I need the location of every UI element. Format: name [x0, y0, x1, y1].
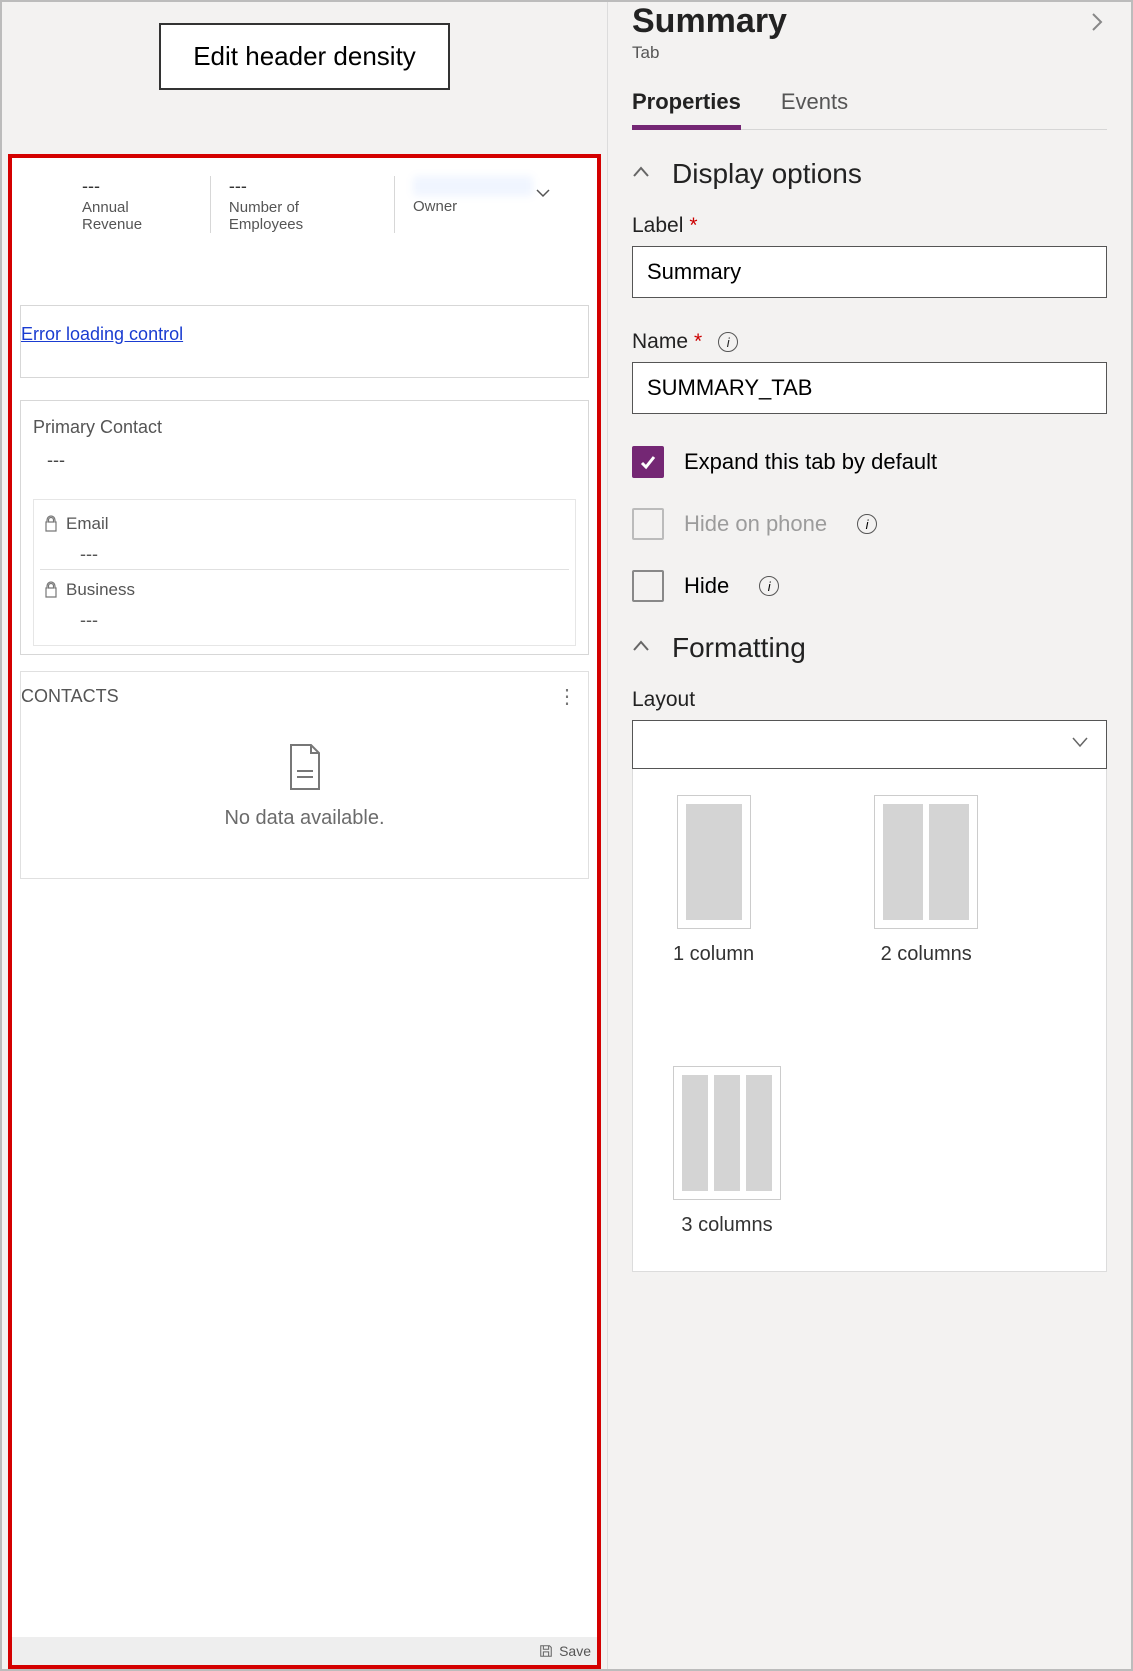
header-value: --- — [82, 176, 192, 197]
document-icon — [285, 743, 325, 791]
lock-icon — [44, 515, 58, 533]
field-label: Business — [66, 580, 135, 600]
expand-default-checkbox[interactable] — [632, 446, 664, 478]
layout-option-1-column[interactable]: 1 column — [673, 795, 754, 966]
save-icon — [539, 1644, 553, 1658]
expand-default-label: Expand this tab by default — [684, 449, 937, 475]
chevron-down-icon — [1070, 735, 1090, 754]
field-business[interactable]: Business --- — [40, 570, 569, 635]
tab-events[interactable]: Events — [781, 89, 848, 129]
layout-label: Layout — [632, 688, 1107, 712]
hide-label: Hide — [684, 573, 729, 599]
contacts-section: CONTACTS ⋮ No data available. — [20, 671, 589, 879]
field-email[interactable]: Email --- — [40, 504, 569, 570]
field-value: --- — [80, 610, 569, 631]
layout-options-dropdown: 1 column 2 columns 3 columns — [632, 769, 1107, 1272]
primary-contact-card: Primary Contact --- Email --- Business — [20, 400, 589, 655]
layout-select[interactable] — [632, 720, 1107, 769]
no-data-text: No data available. — [224, 807, 384, 830]
hide-on-phone-checkbox — [632, 508, 664, 540]
save-label[interactable]: Save — [559, 1643, 591, 1659]
field-label: Email — [66, 514, 109, 534]
preview-status-bar: Save — [12, 1637, 597, 1665]
chevron-right-icon[interactable] — [1087, 8, 1107, 43]
header-label: Annual Revenue — [82, 199, 192, 233]
layout-option-2-columns[interactable]: 2 columns — [874, 795, 978, 966]
info-icon[interactable]: i — [718, 332, 738, 352]
primary-contact-label: Primary Contact — [33, 417, 576, 438]
primary-contact-value[interactable]: --- — [47, 450, 576, 471]
label-input[interactable] — [632, 246, 1107, 298]
lock-icon — [44, 581, 58, 599]
header-field-num-employees[interactable]: --- Number of Employees — [211, 176, 395, 233]
layout-option-3-columns[interactable]: 3 columns — [673, 1066, 781, 1237]
collapse-display-options-icon[interactable] — [632, 165, 650, 184]
header-label: Number of Employees — [229, 199, 376, 233]
hide-on-phone-label: Hide on phone — [684, 511, 827, 537]
name-input[interactable] — [632, 362, 1107, 414]
layout-option-label: 3 columns — [681, 1214, 772, 1237]
hide-checkbox[interactable] — [632, 570, 664, 602]
info-icon[interactable]: i — [857, 514, 877, 534]
collapse-formatting-icon[interactable] — [632, 639, 650, 658]
contacts-title: CONTACTS — [21, 686, 119, 707]
field-value: --- — [80, 544, 569, 565]
form-header: --- Annual Revenue --- Number of Employe… — [12, 158, 597, 245]
header-field-owner[interactable]: Owner — [395, 176, 581, 215]
chevron-down-icon[interactable] — [533, 183, 553, 208]
group-display-options: Display options — [672, 158, 862, 190]
header-value: --- — [229, 176, 376, 197]
more-actions-icon[interactable]: ⋮ — [557, 684, 578, 709]
edit-header-density-button[interactable]: Edit header density — [159, 23, 450, 90]
group-formatting: Formatting — [672, 632, 806, 664]
layout-option-label: 1 column — [673, 943, 754, 966]
label-label: Label* — [632, 214, 1107, 238]
panel-title: Summary — [632, 2, 787, 41]
layout-option-label: 2 columns — [881, 943, 972, 966]
control-error-section: Error loading control — [20, 305, 589, 378]
info-icon[interactable]: i — [759, 576, 779, 596]
error-loading-link[interactable]: Error loading control — [21, 324, 576, 345]
name-label: Name* i — [632, 330, 1107, 354]
header-label: Owner — [413, 198, 533, 215]
panel-subtitle: Tab — [632, 43, 787, 63]
form-preview: --- Annual Revenue --- Number of Employe… — [8, 154, 601, 1669]
header-field-annual-revenue[interactable]: --- Annual Revenue — [12, 176, 211, 233]
tab-properties[interactable]: Properties — [632, 89, 741, 130]
owner-value-blurred — [413, 176, 533, 196]
